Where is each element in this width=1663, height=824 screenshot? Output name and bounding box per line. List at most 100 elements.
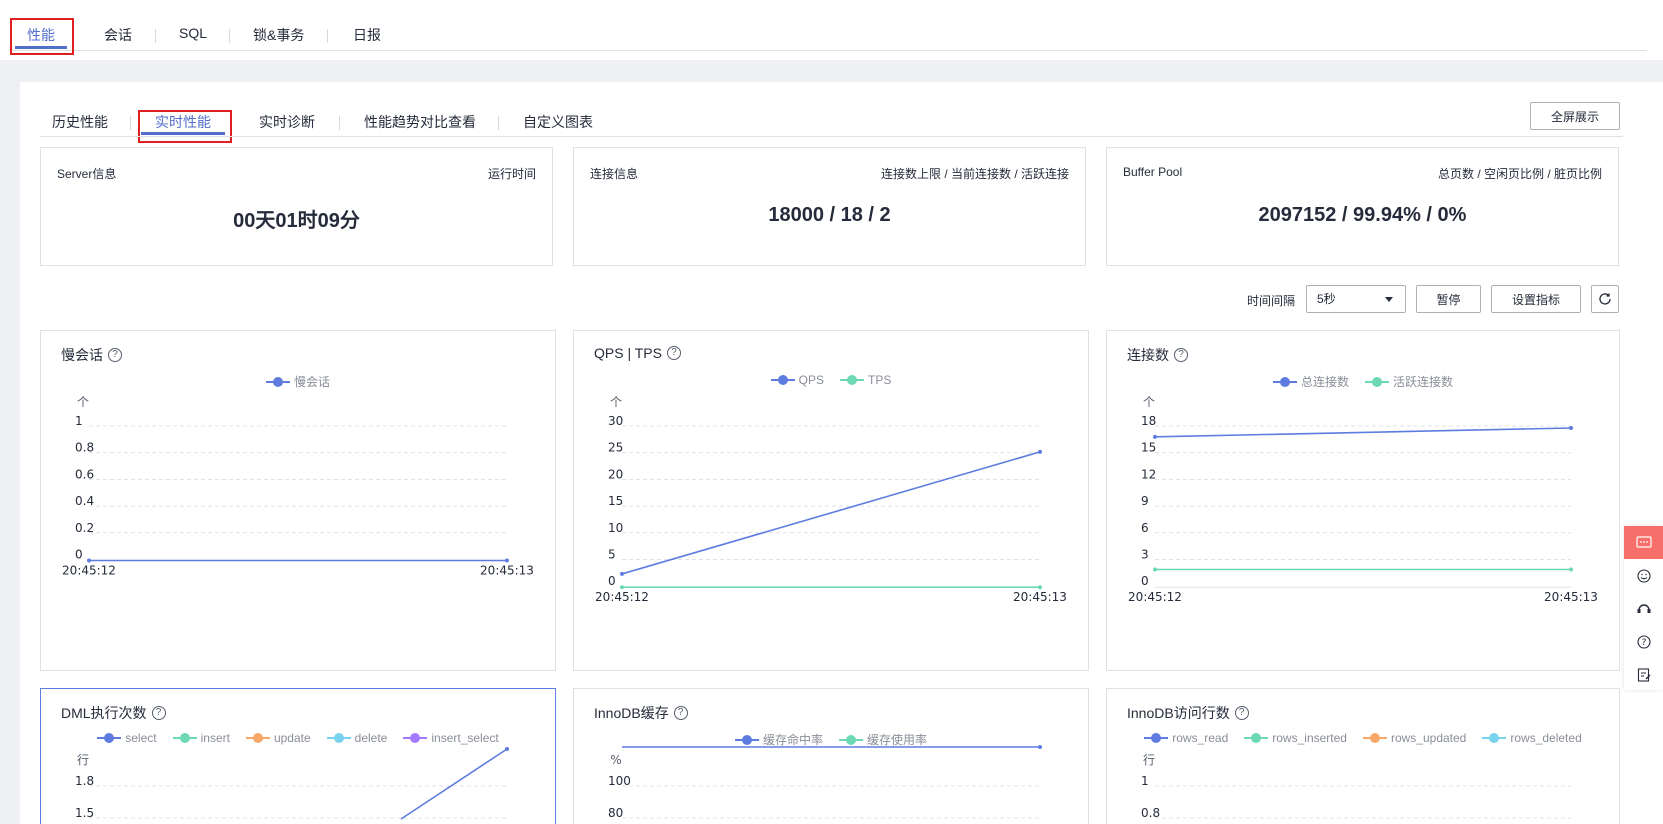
subtab-realtime[interactable]: 实时性能	[155, 112, 211, 132]
legend-label: 缓存使用率	[867, 733, 928, 747]
satisfaction-button[interactable]	[1624, 559, 1663, 592]
legend-item[interactable]: QPS	[770, 373, 824, 387]
divider	[155, 29, 156, 43]
notes-button[interactable]	[1624, 658, 1663, 691]
y-tick-label: 0.8	[1141, 806, 1160, 820]
smile-icon	[1636, 568, 1651, 583]
chart-legend: 缓存命中率 缓存使用率	[574, 731, 1088, 748]
help-icon[interactable]: ?	[666, 346, 681, 360]
legend-marker	[734, 734, 759, 746]
data-point	[620, 585, 624, 590]
help-icon[interactable]: ?	[108, 348, 122, 362]
chart-legend: rows_read rows_inserted rows_updated rows_d…	[1107, 731, 1619, 745]
support-button[interactable]	[1624, 592, 1663, 625]
x-tick-label: 20:45:12	[595, 590, 649, 604]
card-right-label: 运行时间	[487, 167, 536, 181]
y-tick-label: 1.8	[75, 774, 94, 788]
fullscreen-button[interactable]: 全屏展示	[1530, 102, 1620, 130]
divider	[229, 29, 230, 43]
legend-item[interactable]: 缓存命中率	[734, 731, 823, 748]
legend-item[interactable]: rows_inserted	[1244, 731, 1347, 745]
y-tick-label: 0.2	[75, 521, 94, 535]
legend-marker	[1365, 376, 1389, 388]
pause-button[interactable]: 暂停	[1416, 285, 1481, 313]
legend-item[interactable]: 缓存使用率	[839, 731, 927, 748]
chart-innodb-cache: InnoDB缓存? 缓存命中率 缓存使用率% 80 100	[573, 688, 1089, 824]
card-label: 连接信息	[590, 167, 639, 181]
legend-item[interactable]: 总连接数	[1272, 373, 1349, 390]
legend-item[interactable]: TPS	[840, 373, 891, 387]
y-tick-label: 0	[1141, 574, 1149, 588]
subtab-history[interactable]: 历史性能	[52, 112, 108, 132]
tab-sql[interactable]: SQL	[179, 25, 207, 41]
legend-item[interactable]: insert	[172, 731, 230, 745]
legend-label: rows_deleted	[1510, 731, 1582, 745]
y-tick-label: 3	[1141, 548, 1149, 562]
refresh-button[interactable]	[1591, 285, 1619, 313]
top-nav-divider	[10, 50, 1647, 51]
legend-marker	[770, 374, 795, 386]
y-tick-label: 15	[608, 494, 623, 508]
legend-item[interactable]: 活跃连接数	[1365, 373, 1453, 390]
legend-item[interactable]: delete	[326, 731, 387, 745]
data-point	[87, 558, 91, 563]
tab-locks[interactable]: 锁&事务	[253, 25, 304, 45]
divider	[339, 116, 340, 130]
tab-sessions[interactable]: 会话	[104, 25, 132, 45]
y-tick-label: 100	[608, 774, 631, 788]
legend-label: insert	[200, 731, 230, 745]
help-icon[interactable]: ?	[151, 706, 166, 720]
help-icon[interactable]: ?	[673, 706, 688, 720]
legend-item[interactable]: rows_read	[1144, 731, 1228, 745]
chart-legend: 总连接数 活跃连接数	[1107, 373, 1619, 390]
x-tick-label: 20:45:13	[1013, 590, 1067, 604]
connection-value: 18000 / 18 / 2	[768, 204, 891, 226]
chart-title: 连接数?	[1127, 345, 1188, 365]
x-tick-label: 20:45:12	[1128, 590, 1182, 604]
card-right-label: 总页数 / 空闲页比例 / 脏页比例	[1437, 167, 1602, 181]
server-info-card: Server信息 运行时间 00天01时09分	[40, 147, 553, 266]
legend-item[interactable]: rows_deleted	[1482, 731, 1582, 745]
set-metrics-button[interactable]: 设置指标	[1491, 285, 1581, 313]
tab-performance[interactable]: 性能	[27, 25, 55, 45]
y-tick-label: 1.5	[75, 806, 94, 820]
subtab-custom-chart[interactable]: 自定义图表	[523, 112, 593, 132]
data-point	[620, 571, 624, 576]
legend-marker	[840, 374, 864, 386]
svg-text:?: ?	[1641, 638, 1646, 648]
legend-label: 缓存命中率	[762, 733, 823, 747]
y-tick-label: 20	[608, 467, 623, 481]
legend-item[interactable]: select	[97, 731, 157, 745]
legend-label: rows_inserted	[1272, 731, 1347, 745]
y-tick-label: 18	[1141, 414, 1156, 428]
help-icon[interactable]: ?	[1234, 706, 1249, 720]
y-tick-label: 15	[1141, 441, 1156, 455]
interval-value: 5秒	[1317, 292, 1336, 306]
legend-label: update	[273, 731, 311, 745]
chart-title: InnoDB缓存?	[594, 703, 688, 723]
subtab-diagnosis[interactable]: 实时诊断	[259, 112, 315, 132]
legend-item[interactable]: update	[245, 731, 311, 745]
y-tick-label: 0	[608, 574, 616, 588]
message-icon	[1635, 535, 1652, 548]
legend-item[interactable]: 慢会话	[265, 373, 330, 390]
help-button[interactable]: ?	[1624, 625, 1663, 658]
subtab-trend-compare[interactable]: 性能趋势对比查看	[364, 112, 476, 132]
interval-select[interactable]: 5秒	[1306, 285, 1406, 313]
chart-title-text: 慢会话	[61, 347, 103, 363]
connection-info-card: 连接信息 连接数上限 / 当前连接数 / 活跃连接 18000 / 18 / 2	[573, 147, 1086, 266]
data-point	[505, 747, 509, 751]
data-point	[1038, 585, 1042, 590]
feedback-button[interactable]	[1624, 526, 1663, 559]
legend-item[interactable]: insert_select	[403, 731, 499, 745]
chart-slow-sessions: 慢会话? 慢会话个 0 0.2 0.4 0.6 0.8 1 20:45:12 20:45:13	[40, 330, 556, 671]
tab-daily-report[interactable]: 日报	[353, 25, 381, 45]
chart-title-text: InnoDB访问行数	[1127, 705, 1230, 721]
chart-innodb-rows: InnoDB访问行数? rows_read rows_inserted rows_up…	[1106, 688, 1620, 824]
legend-marker	[97, 732, 122, 744]
data-point	[1153, 567, 1157, 572]
legend-item[interactable]: rows_updated	[1362, 731, 1466, 745]
floating-toolbar: ?	[1624, 526, 1663, 690]
chart-title: DML执行次数?	[61, 703, 166, 723]
help-icon[interactable]: ?	[1174, 348, 1188, 362]
